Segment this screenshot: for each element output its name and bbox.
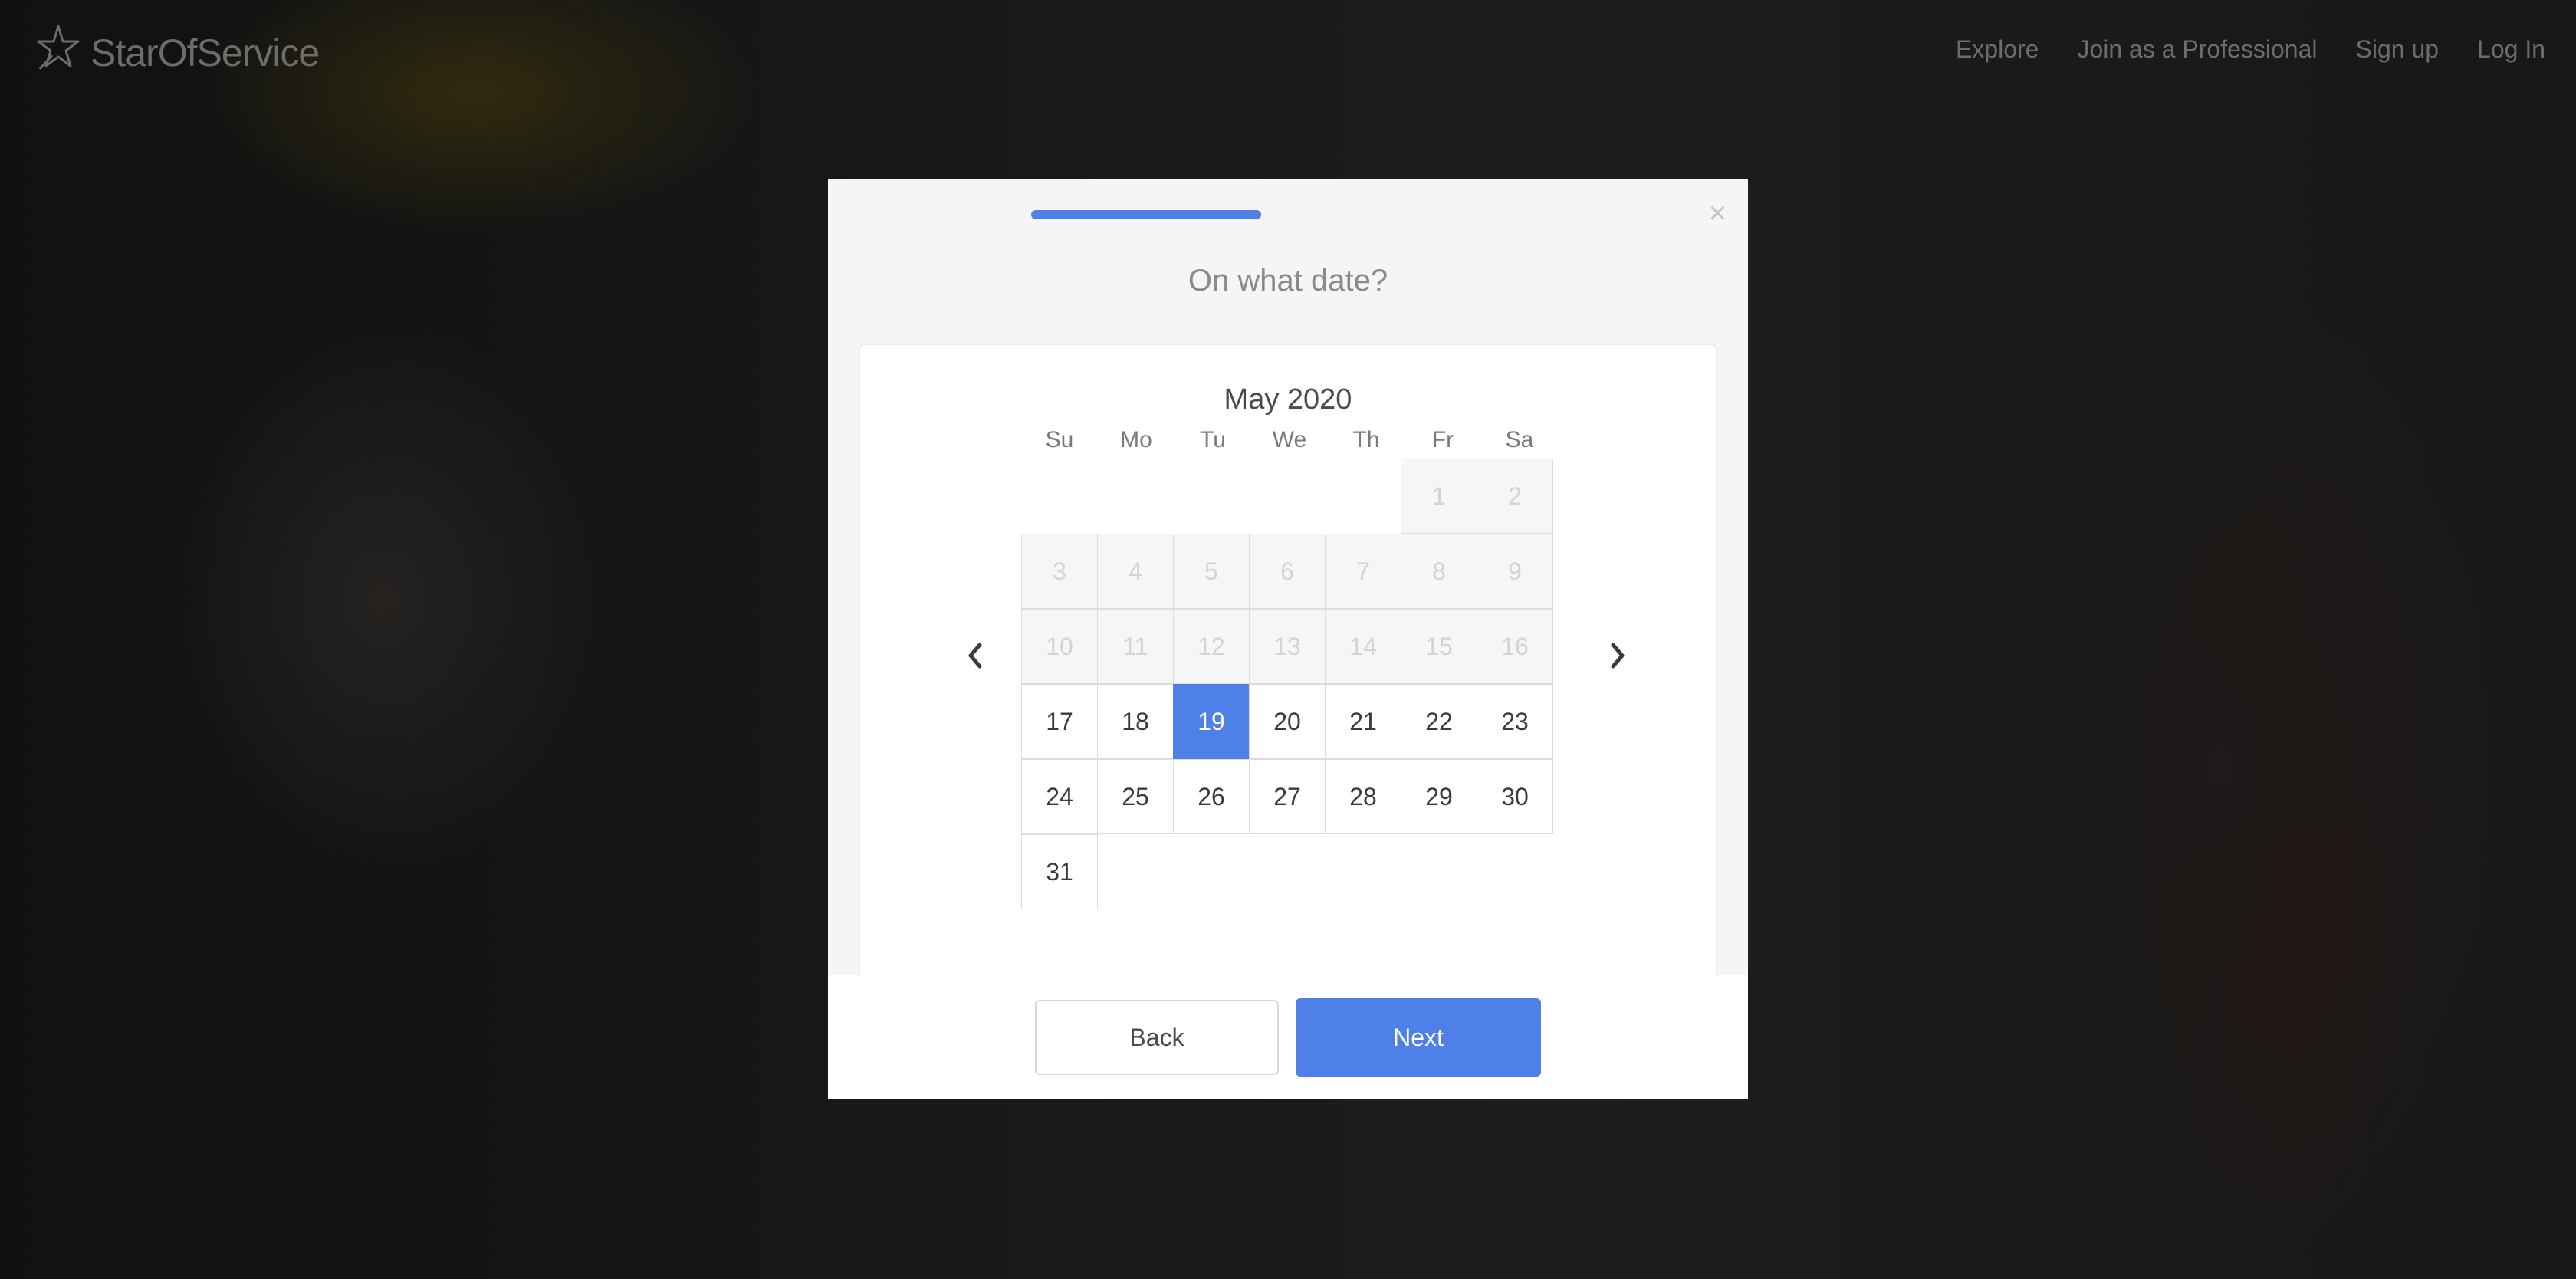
top-nav: Explore Join as a Professional Sign up L…: [1956, 35, 2545, 64]
calendar-day: 8: [1401, 534, 1477, 609]
calendar-day: 3: [1021, 534, 1098, 609]
calendar-empty-cell: [1021, 459, 1098, 534]
calendar-day-selected[interactable]: 19: [1173, 684, 1250, 759]
calendar-week-row: 31: [1021, 834, 1558, 909]
calendar-day: 1: [1401, 459, 1477, 534]
star-logo-icon: [29, 21, 83, 84]
calendar-day[interactable]: 29: [1401, 759, 1477, 834]
weekday-label: Tu: [1200, 427, 1226, 452]
logo[interactable]: StarOfService: [29, 25, 320, 80]
calendar-day[interactable]: 23: [1477, 684, 1553, 759]
calendar-card: May 2020 Su Mo Tu We Th Fr Sa 1 2 3 4 5 6 7 8 9 10 11 12 1…: [859, 344, 1717, 1003]
calendar-week-row: 17 18 19 20 21 22 23: [1021, 684, 1558, 759]
weekday-label: Th: [1352, 427, 1380, 452]
calendar-day[interactable]: 31: [1021, 834, 1098, 909]
calendar-day: 10: [1021, 609, 1098, 684]
calendar-day: 5: [1173, 534, 1250, 609]
calendar-day: 9: [1477, 534, 1553, 609]
logo-text: StarOfService: [90, 31, 320, 74]
nav-explore[interactable]: Explore: [1956, 35, 2039, 64]
calendar-week-row: 3456789: [1021, 534, 1558, 609]
progress-bar: [1031, 210, 1261, 219]
calendar-weeks: 1 2 3 4 5 6 7 8 9 10 11 12 13 14 15 16 17 18 19 20 21 22 23 24 2…: [1021, 459, 1558, 909]
weekday-label: We: [1272, 427, 1307, 452]
date-picker-modal: × On what date? May 2020 Su Mo Tu We Th Fr Sa …: [828, 179, 1748, 1099]
calendar-day[interactable]: 18: [1097, 684, 1174, 759]
nav-join-professional[interactable]: Join as a Professional: [2077, 35, 2317, 64]
calendar-day[interactable]: 30: [1477, 759, 1553, 834]
calendar-day: 16: [1477, 609, 1553, 684]
close-icon[interactable]: ×: [1709, 196, 1727, 231]
calendar-day: 12: [1173, 609, 1250, 684]
calendar-grid: Su Mo Tu We Th Fr Sa 1 2 3 4 5 6 7 8 9 10 11 12 13 14 15 16 17…: [1021, 422, 1558, 909]
calendar-day[interactable]: 27: [1249, 759, 1326, 834]
back-button[interactable]: Back: [1035, 1000, 1279, 1075]
nav-sign-up[interactable]: Sign up: [2356, 35, 2440, 64]
weekday-label: Sa: [1505, 427, 1534, 452]
calendar-day[interactable]: 28: [1325, 759, 1401, 834]
calendar-day[interactable]: 26: [1173, 759, 1250, 834]
modal-footer: Back Next: [828, 975, 1748, 1099]
calendar-day: 4: [1097, 534, 1174, 609]
calendar-empty-cell: [1097, 459, 1174, 534]
calendar-day[interactable]: 25: [1097, 759, 1174, 834]
calendar-day: 13: [1249, 609, 1326, 684]
calendar-empty-cell: [1249, 459, 1326, 534]
calendar-empty-cell: [1325, 459, 1401, 534]
calendar-week-row: 10 11 12 13 14 15 16: [1021, 609, 1558, 684]
calendar-day[interactable]: 20: [1249, 684, 1326, 759]
chevron-right-icon[interactable]: [1602, 636, 1633, 675]
weekday-label: Fr: [1431, 427, 1454, 452]
calendar-day: 2: [1477, 459, 1553, 534]
calendar-day: 14: [1325, 609, 1401, 684]
calendar-month-label: May 2020: [1224, 383, 1352, 416]
calendar-day: 7: [1325, 534, 1401, 609]
calendar-day: 15: [1401, 609, 1477, 684]
calendar-day[interactable]: 17: [1021, 684, 1098, 759]
calendar-empty-cell: [1173, 459, 1250, 534]
calendar-week-row: 12: [1021, 459, 1558, 534]
weekday-header: Su Mo Tu We Th Fr Sa: [1021, 422, 1558, 459]
calendar-day[interactable]: 21: [1325, 684, 1401, 759]
calendar-day[interactable]: 22: [1401, 684, 1477, 759]
nav-log-in[interactable]: Log In: [2477, 35, 2545, 64]
calendar-day: 6: [1249, 534, 1326, 609]
chevron-left-icon[interactable]: [960, 636, 991, 675]
calendar-week-row: 24 25 26 27 28 29 30: [1021, 759, 1558, 834]
next-button[interactable]: Next: [1296, 998, 1541, 1077]
calendar-day[interactable]: 24: [1021, 759, 1098, 834]
modal-title: On what date?: [1188, 264, 1388, 298]
weekday-label: Su: [1045, 427, 1074, 452]
calendar-day: 11: [1097, 609, 1174, 684]
weekday-label: Mo: [1120, 427, 1152, 452]
